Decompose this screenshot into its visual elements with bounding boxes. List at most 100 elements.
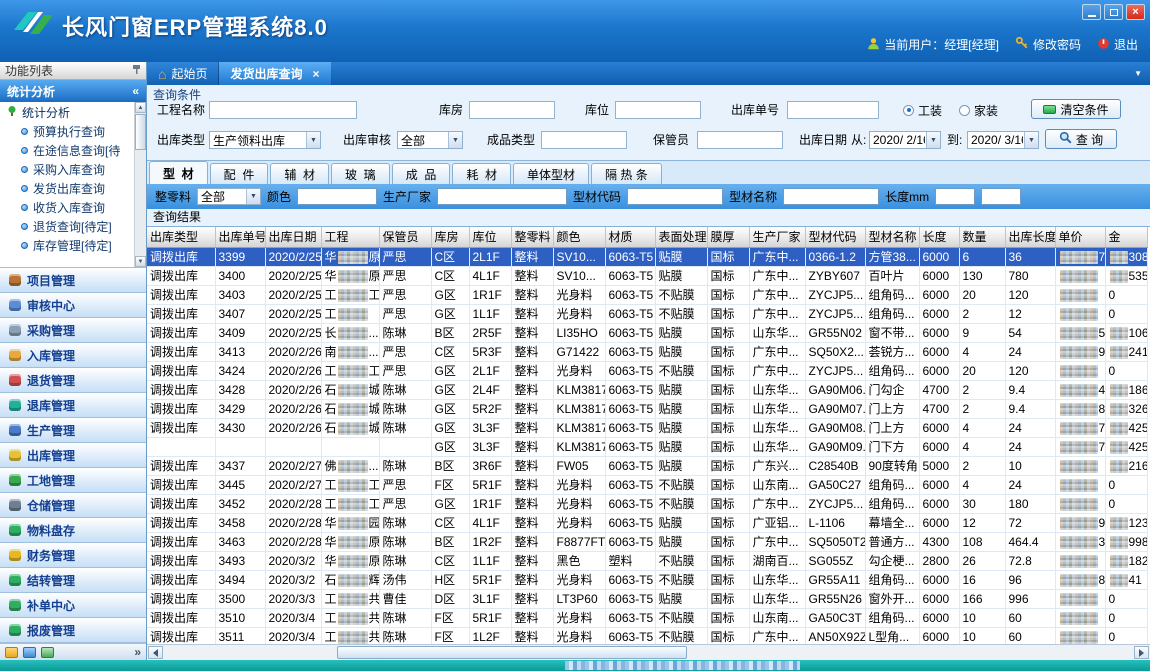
sidebar-module[interactable]: 物料盘存	[0, 518, 146, 543]
table-row[interactable]: G区3L3F整料KLM38176063-T5贴膜国标山东华...GA90M09.…	[147, 437, 1147, 456]
column-header[interactable]: 颜色	[553, 227, 605, 247]
tree-item[interactable]: 预算执行查询	[0, 122, 146, 141]
column-header[interactable]: 金	[1105, 227, 1147, 247]
material-tab[interactable]: 耗 材	[452, 163, 511, 184]
column-header[interactable]: 长度	[919, 227, 959, 247]
pin-icon[interactable]	[132, 64, 141, 78]
sidebar-module[interactable]: 审核中心	[0, 293, 146, 318]
tree-item[interactable]: 采购入库查询	[0, 160, 146, 179]
length-min-input[interactable]	[935, 188, 975, 205]
column-header[interactable]: 表面处理	[655, 227, 707, 247]
table-row[interactable]: 调拨出库34582020/2/28华园陈琳C区4L1F整料光身料6063-T5贴…	[147, 513, 1147, 532]
sidebar-module[interactable]: 采购管理	[0, 318, 146, 343]
table-row[interactable]: 调拨出库35112020/3/4工共工程陈琳F区1L2F整料光身料6063-T5…	[147, 627, 1147, 644]
tree-root[interactable]: 统计分析	[0, 102, 146, 122]
sidebar-module[interactable]: 退货管理	[0, 368, 146, 393]
toolbar-folder-icon[interactable]	[5, 647, 18, 658]
toolbar-window-icon[interactable]	[23, 647, 36, 658]
sidebar-module[interactable]: 生产管理	[0, 418, 146, 443]
tree-item[interactable]: 发货出库查询	[0, 179, 146, 198]
dropdown-arrow-icon[interactable]: ▼	[246, 189, 260, 204]
column-header[interactable]: 出库日期	[265, 227, 321, 247]
table-row[interactable]: 调拨出库35102020/3/4工共工程陈琳F区5R1F整料光身料6063-T5…	[147, 608, 1147, 627]
table-row[interactable]: 调拨出库34632020/2/28华原...陈琳B区1R2F整料F8877FT6…	[147, 532, 1147, 551]
sidebar-module[interactable]: 报废管理	[0, 618, 146, 643]
name-input[interactable]	[783, 188, 879, 205]
table-row[interactable]: 调拨出库34282020/2/26石城陈琳G区2L4F整料KLM38176063…	[147, 380, 1147, 399]
sidebar-module[interactable]: 退库管理	[0, 393, 146, 418]
scroll-thumb[interactable]	[337, 646, 687, 659]
table-row[interactable]: 调拨出库33992020/2/25华原...严思C区2L1F整料SV10...6…	[147, 247, 1147, 266]
column-header[interactable]: 出库长度	[1005, 227, 1055, 247]
column-header[interactable]: 出库类型	[147, 227, 215, 247]
project-name-input[interactable]	[209, 101, 357, 119]
sidebar-module[interactable]: 入库管理	[0, 343, 146, 368]
tab-home[interactable]: ⌂ 起始页	[147, 62, 219, 85]
sidebar-module[interactable]: 项目管理	[0, 268, 146, 293]
tree-scroll-thumb[interactable]	[135, 114, 146, 150]
tab-list-dropdown-icon[interactable]: ▼	[1126, 69, 1150, 78]
clear-conditions-button[interactable]: 清空条件	[1031, 99, 1121, 119]
column-header[interactable]: 整零料	[511, 227, 553, 247]
sidebar-module[interactable]: 补单中心	[0, 593, 146, 618]
column-header[interactable]: 工程	[321, 227, 379, 247]
tree-item[interactable]: 退货查询[待定]	[0, 217, 146, 236]
table-row[interactable]: 调拨出库35002020/3/3工共工程曹佳D区3L1F整料LT3P606063…	[147, 589, 1147, 608]
logout-button[interactable]: 退出	[1097, 36, 1138, 53]
radio-home-icon[interactable]	[959, 105, 970, 116]
radio-work-icon[interactable]	[903, 105, 914, 116]
sidebar-module[interactable]: 工地管理	[0, 468, 146, 493]
tree-item[interactable]: 在途信息查询[待	[0, 141, 146, 160]
material-tab[interactable]: 型 材	[149, 161, 208, 184]
warehouse-input[interactable]	[469, 101, 555, 119]
material-tab[interactable]: 单体型材	[513, 163, 589, 184]
column-header[interactable]: 单价	[1055, 227, 1105, 247]
material-tab[interactable]: 配 件	[210, 163, 269, 184]
table-row[interactable]: 调拨出库34372020/2/27佛...陈琳B区3R6F整料FW056063-…	[147, 456, 1147, 475]
group-statistics-header[interactable]: 统计分析 «	[0, 80, 146, 102]
scroll-down-icon[interactable]: ▼	[135, 256, 146, 267]
location-input[interactable]	[615, 101, 701, 119]
scroll-up-icon[interactable]: ▲	[135, 102, 146, 113]
column-header[interactable]: 型材代码	[805, 227, 865, 247]
tree-item[interactable]: 收货入库查询	[0, 198, 146, 217]
search-button[interactable]: 查 询	[1045, 129, 1117, 149]
material-tab[interactable]: 成 品	[392, 163, 451, 184]
material-tab[interactable]: 玻 璃	[331, 163, 390, 184]
column-header[interactable]: 膜厚	[707, 227, 749, 247]
order-no-input[interactable]	[787, 101, 879, 119]
scroll-right-button[interactable]	[1134, 646, 1149, 659]
keeper-input[interactable]	[697, 131, 783, 149]
maximize-button[interactable]	[1104, 4, 1123, 20]
date-from-select[interactable]: 2020/ 2/16 ▼	[869, 131, 941, 149]
column-header[interactable]: 生产厂家	[749, 227, 805, 247]
column-header[interactable]: 库位	[469, 227, 511, 247]
maker-input[interactable]	[437, 188, 567, 205]
grid-hscrollbar[interactable]	[147, 644, 1150, 660]
table-row[interactable]: 调拨出库34242020/2/26工工程严思G区2L1F整料光身料6063-T5…	[147, 361, 1147, 380]
dropdown-arrow-icon[interactable]: ▼	[1024, 132, 1038, 148]
tree-scrollbar[interactable]: ▲ ▼	[134, 102, 146, 267]
radio-work-option[interactable]: 工装	[903, 101, 942, 119]
column-header[interactable]: 出库单号	[215, 227, 265, 247]
sidebar-module[interactable]: 财务管理	[0, 543, 146, 568]
column-header[interactable]: 保管员	[379, 227, 431, 247]
table-row[interactable]: 调拨出库34302020/2/26石城陈琳G区3L3F整料KLM38176063…	[147, 418, 1147, 437]
dropdown-arrow-icon[interactable]: ▼	[306, 132, 320, 148]
table-row[interactable]: 调拨出库34132020/2/26南...严思C区5R3F整料G71422606…	[147, 342, 1147, 361]
tab-close-icon[interactable]: ×	[313, 67, 320, 81]
table-row[interactable]: 调拨出库34932020/3/2华原...陈琳C区1L1F整料黑色塑料不贴膜国标…	[147, 551, 1147, 570]
table-row[interactable]: 调拨出库34942020/3/2石辉城汤伟H区5R1F整料光身料6063-T5不…	[147, 570, 1147, 589]
column-header[interactable]: 材质	[605, 227, 655, 247]
tree-item[interactable]: 库存管理[待定]	[0, 236, 146, 255]
dropdown-arrow-icon[interactable]: ▼	[448, 132, 462, 148]
table-row[interactable]: 调拨出库34092020/2/25长...陈琳B区2R5F整料LI35HO606…	[147, 323, 1147, 342]
dropdown-arrow-icon[interactable]: ▼	[926, 132, 940, 148]
date-to-select[interactable]: 2020/ 3/16 ▼	[967, 131, 1039, 149]
column-header[interactable]: 数量	[959, 227, 1005, 247]
collapse-icon[interactable]: «	[132, 84, 139, 98]
table-row[interactable]: 调拨出库34072020/2/25工严思G区1L1F整料光身料6063-T5不贴…	[147, 304, 1147, 323]
color-input[interactable]	[297, 188, 377, 205]
column-header[interactable]: 库房	[431, 227, 469, 247]
sidebar-module[interactable]: 仓储管理	[0, 493, 146, 518]
